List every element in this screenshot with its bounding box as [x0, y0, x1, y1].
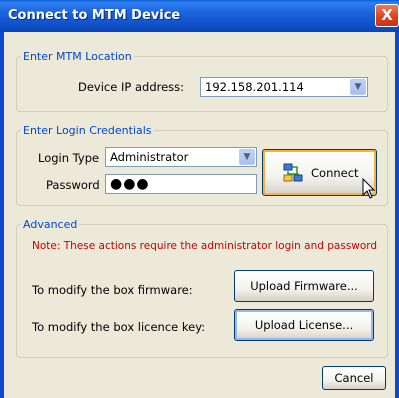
cancel-label: Cancel	[334, 371, 374, 385]
window-frame-right	[395, 32, 399, 398]
upload-license-label: Upload License...	[254, 318, 354, 332]
upload-firmware-label: Upload Firmware...	[250, 279, 358, 293]
location-legend: Enter MTM Location	[23, 50, 132, 63]
ip-address-label: Device IP address:	[78, 80, 185, 94]
window-title: Connect to MTM Device	[8, 8, 181, 23]
chevron-down-icon[interactable]: ▼	[239, 149, 255, 165]
close-icon: X	[381, 6, 393, 24]
connect-label: Connect	[311, 166, 359, 180]
title-bar[interactable]: Connect to MTM Device X	[0, 0, 399, 32]
close-button[interactable]: X	[375, 4, 399, 27]
login-type-select[interactable]: Administrator ▼	[105, 147, 257, 167]
cancel-button[interactable]: Cancel	[322, 366, 386, 390]
upload-firmware-button[interactable]: Upload Firmware...	[234, 270, 374, 302]
ip-address-combo[interactable]: 192.158.201.114 ▼	[200, 77, 368, 97]
connect-button[interactable]: Connect	[262, 149, 377, 196]
network-icon	[283, 163, 303, 186]
advanced-legend: Advanced	[23, 218, 78, 231]
login-type-value: Administrator	[110, 150, 189, 164]
login-type-label: Login Type	[38, 151, 100, 165]
chevron-down-icon[interactable]: ▼	[350, 79, 366, 95]
mouse-cursor-icon	[362, 177, 376, 203]
window-frame-left	[0, 32, 4, 398]
credentials-legend: Enter Login Credentials	[23, 124, 152, 137]
license-label: To modify the box licence key:	[32, 320, 206, 334]
ip-address-value: 192.158.201.114	[205, 80, 304, 94]
password-field[interactable]: ●●●	[105, 174, 257, 194]
password-label: Password	[46, 178, 100, 192]
connect-dialog: Connect to MTM Device X Enter MTM Locati…	[0, 0, 399, 398]
upload-license-button[interactable]: Upload License...	[234, 309, 374, 341]
firmware-label: To modify the box firmware:	[32, 283, 193, 297]
admin-note: Note: These actions require the administ…	[32, 240, 378, 252]
password-mask: ●●●	[110, 176, 150, 192]
